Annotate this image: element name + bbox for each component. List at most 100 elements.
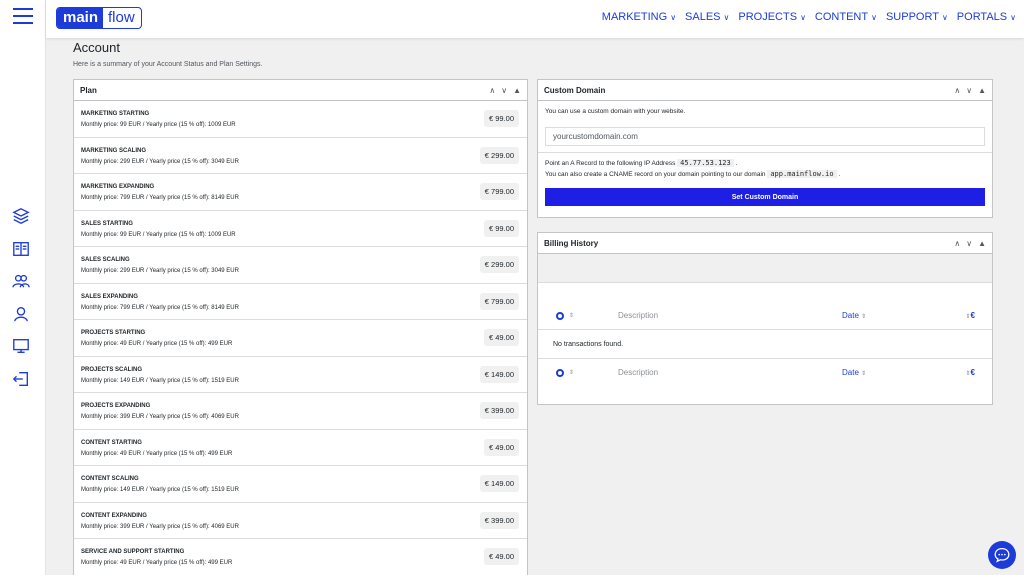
col-description[interactable]: Description — [618, 368, 658, 377]
panel-title: Billing History — [544, 238, 599, 248]
plan-name: SALES STARTING — [81, 220, 133, 227]
panel-title: Custom Domain — [544, 85, 606, 95]
plan-description: Monthly price: 799 EUR / Yearly price (1… — [81, 304, 239, 311]
table-footer: ⇕ Description Date ⇕ ⇕€ — [538, 358, 992, 386]
plan-name: SALES SCALING — [81, 257, 130, 263]
nav-label: SUPPORT — [885, 11, 939, 23]
nav-portals[interactable]: PORTALS ∨ — [957, 11, 1016, 23]
monitor-icon[interactable] — [10, 335, 32, 357]
custom-domain-panel: Custom Domain ∧ ∨ ▲ You can use a custom… — [537, 79, 993, 218]
plan-name: PROJECTS STARTING — [81, 330, 146, 336]
plan-description: Monthly price: 299 EUR / Yearly price (1… — [81, 158, 239, 165]
col-amount[interactable]: ⇕€ — [966, 311, 975, 320]
plan-row: SERVICE AND SUPPORT STARTING Monthly pric… — [74, 539, 527, 575]
set-custom-domain-button[interactable]: Set Custom Domain — [545, 188, 985, 206]
chevron-down-icon: ∨ — [1010, 12, 1016, 22]
col-amount-label: € — [970, 311, 975, 320]
panel-controls: ∧ ∨ ▲ — [954, 86, 986, 95]
panel-controls: ∧ ∨ ▲ — [954, 239, 986, 248]
nav-label: MARKETING — [601, 11, 668, 23]
plan-row: MARKETING STARTING Monthly price: 99 EUR … — [74, 101, 527, 138]
col-amount-label: € — [970, 368, 975, 377]
domain-input[interactable]: yourcustomdomain.com — [545, 127, 985, 146]
nav-projects[interactable]: PROJECTS ∨ — [738, 11, 806, 23]
sort-icon[interactable]: ⇕ — [569, 369, 574, 376]
nav-marketing[interactable]: MARKETING ∨ — [602, 11, 676, 23]
plan-price: € 99.00 — [483, 219, 519, 237]
nav-support[interactable]: SUPPORT ∨ — [886, 11, 948, 23]
plan-row: SALES SCALING Monthly price: 299 EUR / Ye… — [74, 247, 527, 284]
nav-content[interactable]: CONTENT ∨ — [815, 11, 877, 23]
select-all-radio[interactable] — [556, 311, 564, 320]
nav-sales[interactable]: SALES ∨ — [685, 11, 729, 23]
plan-price: € 299.00 — [479, 146, 519, 164]
chat-button[interactable] — [988, 541, 1016, 569]
collapse-icon[interactable]: ▲ — [978, 86, 986, 95]
chevron-up-icon[interactable]: ∧ — [489, 86, 495, 95]
cname-target: app.mainflow.io — [767, 170, 837, 178]
table-header: ⇕ Description Date ⇕ ⇕€ — [538, 302, 992, 330]
plan-price: € 149.00 — [479, 475, 519, 492]
a-record-text: Point an A Record to the following IP Ad… — [545, 160, 676, 167]
col-amount[interactable]: ⇕€ — [966, 368, 975, 377]
user-icon[interactable] — [10, 303, 32, 325]
chevron-up-icon[interactable]: ∧ — [954, 239, 960, 248]
chevron-up-icon[interactable]: ∧ — [954, 86, 960, 95]
plan-description: Monthly price: 149 EUR / Yearly price (1… — [81, 377, 239, 384]
plan-name: CONTENT SCALING — [81, 476, 139, 482]
menu-icon[interactable] — [13, 8, 33, 24]
plan-description: Monthly price: 49 EUR / Yearly price (15… — [81, 341, 233, 347]
select-all-radio[interactable] — [556, 368, 564, 377]
book-icon[interactable] — [10, 238, 32, 260]
col-date[interactable]: Date ⇕ — [842, 311, 866, 320]
domain-info: Point an A Record to the following IP Ad… — [538, 152, 992, 180]
collapse-icon[interactable]: ▲ — [513, 86, 521, 95]
plan-list: MARKETING STARTING Monthly price: 99 EUR … — [74, 101, 527, 575]
panel-header: Custom Domain ∧ ∨ ▲ — [538, 80, 992, 101]
brand-logo[interactable]: main flow — [56, 7, 142, 29]
plan-name: MARKETING SCALING — [81, 147, 146, 154]
plan-row: CONTENT SCALING Monthly price: 149 EUR / … — [74, 466, 527, 503]
col-date-label: Date — [842, 311, 859, 320]
plan-description: Monthly price: 149 EUR / Yearly price (1… — [81, 487, 239, 493]
plan-description: Monthly price: 799 EUR / Yearly price (1… — [81, 195, 239, 201]
plan-row: SALES EXPANDING Monthly price: 799 EUR / … — [74, 284, 527, 320]
plan-price: € 149.00 — [479, 365, 519, 383]
nav-label: PORTALS — [956, 11, 1008, 23]
logout-icon[interactable] — [10, 368, 32, 390]
plan-name: PROJECTS SCALING — [81, 366, 143, 373]
chevron-down-icon[interactable]: ∨ — [501, 86, 507, 95]
sort-icon[interactable]: ⇕ — [569, 312, 574, 319]
top-bar: main flow MARKETING ∨ SALES ∨ PROJECTS ∨ CO… — [46, 0, 1024, 38]
sidebar-icons — [10, 205, 32, 400]
brand-part-b: flow — [108, 9, 135, 26]
cname-text: You can also create a CNAME record on yo… — [545, 171, 766, 178]
plan-price: € 799.00 — [479, 292, 519, 310]
domain-intro: You can use a custom domain with your we… — [545, 108, 686, 115]
nav-label: PROJECTS — [738, 11, 798, 23]
col-description[interactable]: Description — [618, 311, 658, 320]
panel-title: Plan — [80, 85, 97, 95]
main-nav: MARKETING ∨ SALES ∨ PROJECTS ∨ CONTENT ∨ SUP… — [602, 11, 1016, 23]
plan-row: MARKETING SCALING Monthly price: 299 EUR … — [74, 138, 527, 174]
ip-address: 45.77.53.123 — [677, 159, 734, 167]
chevron-down-icon: ∨ — [670, 12, 677, 22]
billing-history-panel: Billing History ∧ ∨ ▲ ⇕ Description Date… — [537, 232, 993, 405]
panel-header: Plan ∧ ∨ ▲ — [74, 80, 527, 101]
main-content: Account Here is a summary of your Accoun… — [73, 38, 1023, 575]
plan-description: Monthly price: 399 EUR / Yearly price (1… — [81, 523, 239, 530]
nav-label: SALES — [685, 11, 721, 23]
chevron-down-icon[interactable]: ∨ — [966, 239, 972, 248]
collapse-icon[interactable]: ▲ — [978, 239, 986, 248]
col-date[interactable]: Date ⇕ — [842, 368, 866, 377]
users-icon[interactable] — [10, 270, 32, 292]
page-subtitle: Here is a summary of your Account Status… — [73, 61, 263, 68]
plan-description: Monthly price: 49 EUR / Yearly price (15… — [81, 450, 233, 457]
empty-message: No transactions found. — [553, 340, 624, 348]
plan-description: Monthly price: 399 EUR / Yearly price (1… — [81, 414, 239, 420]
a-record-line: Point an A Record to the following IP Ad… — [545, 159, 738, 167]
plan-price: € 799.00 — [479, 183, 519, 200]
chevron-down-icon[interactable]: ∨ — [966, 86, 972, 95]
layers-icon[interactable] — [10, 205, 32, 227]
plan-row: PROJECTS SCALING Monthly price: 149 EUR /… — [74, 357, 527, 393]
